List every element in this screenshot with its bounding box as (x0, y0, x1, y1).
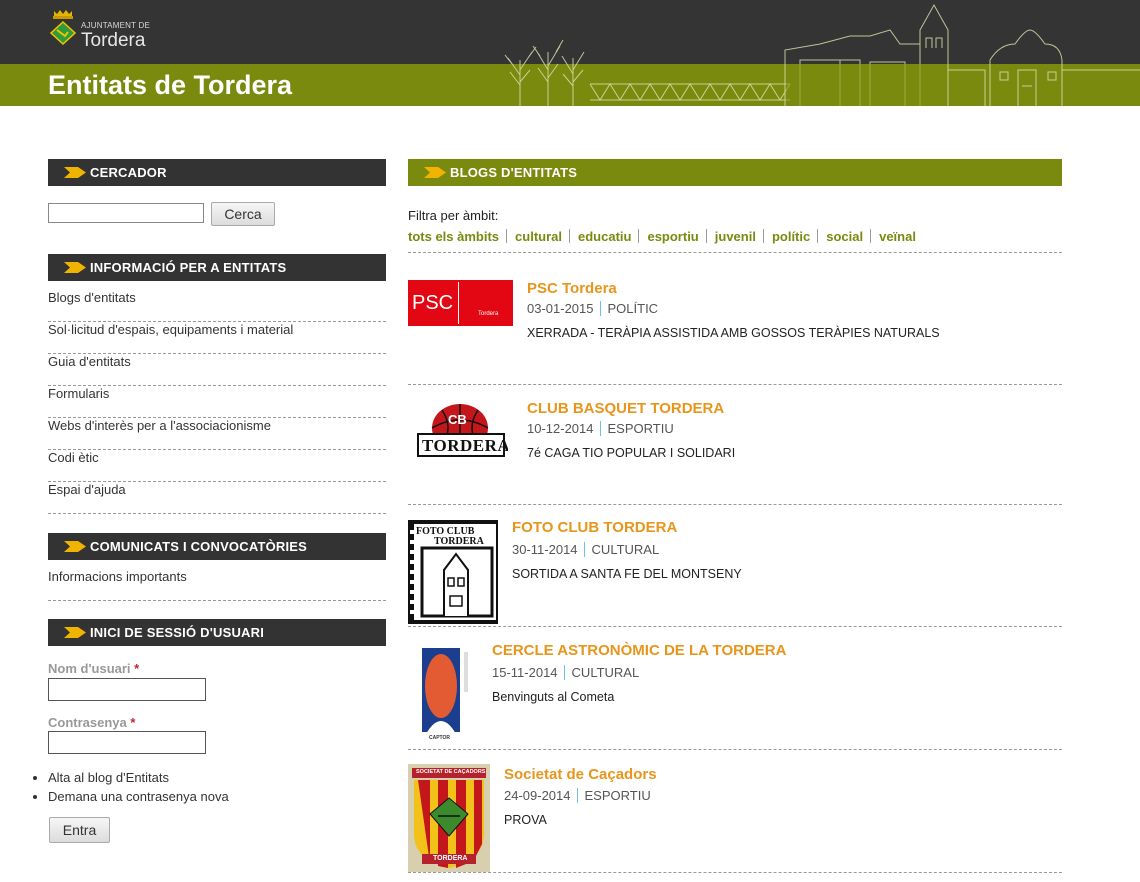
menu-item-guia[interactable]: Guia d'entitats (48, 354, 386, 386)
filter-social[interactable]: social (826, 229, 863, 244)
post-meta: 03-01-2015 POLÍTIC (527, 301, 658, 316)
username-field[interactable] (48, 678, 206, 701)
cercle-astronomic-logo-sub: CAPTOR (429, 735, 451, 741)
post-category: ESPORTIU (607, 421, 674, 436)
post-date: 10-12-2014 (527, 421, 594, 436)
filter-tots[interactable]: tots els àmbits (408, 229, 499, 244)
login-links: Alta al blog d'Entitats Demana una contr… (36, 768, 229, 806)
foto-club-logo[interactable]: FOTO CLUB TORDERA (408, 520, 498, 624)
username-label: Nom d'usuari * (48, 661, 140, 676)
site-header: AJUNTAMENT DE Tordera Entitats de Torder… (0, 0, 1140, 106)
login-heading: INICI DE SESSIÓ D'USUARI (48, 619, 386, 646)
club-basquet-logo-sub: TORDERA (422, 436, 508, 455)
planet-icon (422, 648, 468, 734)
post-excerpt[interactable]: Benvinguts al Cometa (492, 690, 614, 704)
info-menu: Blogs d'entitats Sol·licitud d'espais, e… (48, 290, 386, 514)
filter-cultural[interactable]: cultural (515, 229, 562, 244)
post-title[interactable]: PSC Tordera (527, 280, 617, 297)
divider (408, 252, 1062, 253)
chevron-right-icon (64, 627, 86, 638)
societat-cacadors-logo[interactable]: SOCIETAT DE CAÇADORS TORDERA (408, 764, 490, 872)
filter-bar: tots els àmbits cultural educatiu esportiu j… (408, 229, 916, 244)
divider (408, 626, 1062, 627)
bell-tower-icon (410, 530, 494, 618)
divider (408, 384, 1062, 385)
blogs-heading: BLOGS D'ENTITATS (408, 159, 1062, 186)
town-crest-icon (50, 10, 76, 46)
ajuntament-logo[interactable]: AJUNTAMENT DE Tordera (50, 10, 180, 56)
menu-item-sollicitud[interactable]: Sol·licitud d'espais, equipaments i mate… (48, 322, 386, 354)
menu-item-espai-ajuda[interactable]: Espai d'ajuda (48, 482, 386, 514)
search-input[interactable] (48, 203, 204, 223)
menu-item-formularis[interactable]: Formularis (48, 386, 386, 418)
psc-logo-text: PSC (412, 292, 454, 314)
info-menu-heading: INFORMACIÓ PER A ENTITATS (48, 254, 386, 281)
post-meta: 15-11-2014 CULTURAL (492, 665, 639, 680)
chevron-right-icon (64, 541, 86, 552)
divider (408, 872, 1062, 873)
post-title[interactable]: FOTO CLUB TORDERA (512, 519, 677, 536)
post-date: 03-01-2015 (527, 301, 594, 316)
comunicats-heading: COMUNICATS I CONVOCATÒRIES (48, 533, 386, 560)
post-category: CULTURAL (591, 542, 660, 557)
org-small-label: AJUNTAMENT DE (81, 21, 150, 30)
post-excerpt[interactable]: SORTIDA A SANTA FE DEL MONTSENY (512, 567, 742, 581)
post-date: 15-11-2014 (492, 665, 558, 680)
required-mark: * (130, 715, 136, 730)
post-category: ESPORTIU (584, 788, 651, 803)
cercle-astronomic-logo[interactable]: CAPTOR (420, 646, 472, 746)
site-title[interactable]: Entitats de Tordera (48, 70, 292, 101)
menu-item-codi-etic[interactable]: Codi ètic (48, 450, 386, 482)
filter-educatiu[interactable]: educatiu (578, 229, 631, 244)
post-title[interactable]: CERCLE ASTRONÒMIC DE LA TORDERA (492, 642, 786, 659)
post-date: 24-09-2014 (504, 788, 571, 803)
post-category: CULTURAL (571, 665, 640, 680)
comunicats-menu: Informacions importants (48, 569, 386, 601)
post-title[interactable]: Societat de Caçadors (504, 766, 657, 783)
divider (408, 749, 1062, 750)
chevron-right-icon (424, 167, 446, 178)
password-field[interactable] (48, 731, 206, 754)
post-title[interactable]: CLUB BASQUET TORDERA (527, 400, 724, 417)
chevron-right-icon (64, 167, 86, 178)
filter-esportiu[interactable]: esportiu (647, 229, 698, 244)
societat-cacadors-logo-sub: TORDERA (433, 855, 468, 862)
club-basquet-logo[interactable]: CB TORDERA (414, 398, 508, 470)
psc-logo[interactable]: PSC Tordera (408, 280, 513, 326)
filter-politic[interactable]: polític (772, 229, 810, 244)
post-excerpt[interactable]: XERRADA - TERÀPIA ASSISTIDA AMB GOSSOS T… (527, 326, 940, 340)
login-submit-button[interactable]: Entra (49, 817, 110, 843)
post-category: POLÍTIC (607, 301, 659, 316)
basketball-icon (417, 404, 505, 457)
club-basquet-logo-text: CB (448, 412, 467, 427)
psc-logo-sub: Tordera (478, 311, 499, 317)
menu-item-webs[interactable]: Webs d'interès per a l'associacionisme (48, 418, 386, 450)
signup-link[interactable]: Alta al blog d'Entitats (48, 768, 229, 787)
filter-label: Filtra per àmbit: (408, 208, 499, 223)
menu-item-blogs[interactable]: Blogs d'entitats (48, 290, 386, 322)
required-mark: * (134, 661, 140, 676)
search-heading: CERCADOR (48, 159, 386, 186)
post-excerpt[interactable]: 7é CAGA TIO POPULAR I SOLIDARI (527, 446, 735, 460)
reset-password-link[interactable]: Demana una contrasenya nova (48, 787, 229, 806)
post-meta: 24-09-2014 ESPORTIU (504, 788, 651, 803)
post-meta: 30-11-2014 CULTURAL (512, 542, 659, 557)
post-date: 30-11-2014 (512, 542, 578, 557)
org-name: Tordera (81, 30, 146, 51)
chevron-right-icon (64, 262, 86, 273)
divider (408, 504, 1062, 505)
post-excerpt[interactable]: PROVA (504, 813, 547, 827)
societat-cacadors-logo-text: SOCIETAT DE CAÇADORS (416, 769, 486, 775)
menu-item-informacions[interactable]: Informacions importants (48, 569, 386, 601)
password-label: Contrasenya * (48, 715, 136, 730)
post-meta: 10-12-2014 ESPORTIU (527, 421, 674, 436)
filter-veinal[interactable]: veïnal (879, 229, 916, 244)
search-button[interactable]: Cerca (211, 202, 275, 226)
filter-juvenil[interactable]: juvenil (715, 229, 756, 244)
